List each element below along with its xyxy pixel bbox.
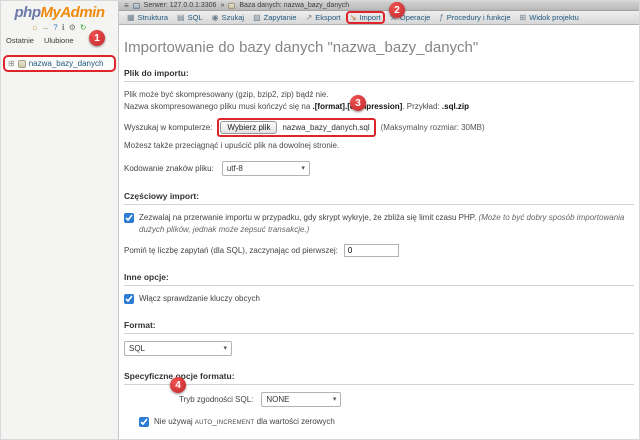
- step-badge-1: 1: [89, 30, 105, 46]
- tab-label: Eksport: [315, 13, 340, 22]
- tree-item-label: nazwa_bazy_danych: [29, 59, 104, 68]
- section-partial-import: Częściowy import:: [124, 191, 634, 205]
- charset-value: utf-8: [227, 164, 243, 173]
- section-format-options: Specyficzne opcje formatu:: [124, 371, 634, 385]
- section-other-options: Inne opcje:: [124, 272, 634, 286]
- max-size-label: (Maksymalny rozmiar: 30MB): [381, 123, 485, 132]
- chevron-down-icon: ▾: [333, 395, 337, 403]
- interrupt-checkbox[interactable]: [124, 213, 134, 223]
- sql-compatibility-value: NONE: [266, 395, 289, 404]
- logo-myadmin-part: MyAdmin: [41, 4, 105, 21]
- sidebar: phpMyAdmin ⌂ → ? ℹ ⚙ ↻ Ostatnie Ulubione…: [1, 1, 119, 439]
- example-extension-text: .sql.zip: [442, 102, 469, 111]
- tab-designer[interactable]: ⊞Widok projektu: [516, 11, 583, 24]
- database-icon: [18, 60, 26, 68]
- phpmyadmin-window: phpMyAdmin ⌂ → ? ℹ ⚙ ↻ Ostatnie Ulubione…: [0, 0, 640, 440]
- database-tree: ⊞ nazwa_bazy_danych: [3, 55, 116, 72]
- tab-label: Import: [359, 13, 380, 22]
- selected-file-name: nazwa_bazy_danych.sql: [282, 123, 369, 132]
- tab-export[interactable]: ↗Eksport: [302, 11, 345, 24]
- sql-compatibility-select[interactable]: NONE ▾: [261, 392, 341, 407]
- tab-structure[interactable]: ▦Struktura: [123, 11, 172, 24]
- foreign-key-label: Włącz sprawdzanie kluczy obcych: [139, 293, 260, 305]
- filename-info-line: Nazwa skompresowanego pliku musi kończyć…: [124, 101, 634, 113]
- sidebar-tab-favorites[interactable]: Ulubione: [44, 36, 74, 45]
- import-icon: ↘: [350, 13, 357, 22]
- designer-icon: ⊞: [520, 13, 527, 22]
- skip-queries-label: Pomiń tę liczbę zapytań (dla SQL), zaczy…: [124, 246, 338, 255]
- logout-icon[interactable]: →: [41, 23, 49, 32]
- breadcrumb-server[interactable]: Serwer: 127.0.0.1:3306: [144, 2, 217, 9]
- tab-label: Widok projektu: [529, 13, 579, 22]
- step-badge-3: 3: [350, 95, 366, 111]
- foreign-key-checkbox-row: Włącz sprawdzanie kluczy obcych: [124, 293, 634, 305]
- file-upload-row: Wyszukaj w komputerze: Wybierz plik nazw…: [124, 118, 634, 137]
- refresh-icon[interactable]: ↻: [80, 23, 87, 32]
- foreign-key-checkbox[interactable]: [124, 294, 134, 304]
- tab-label: Operacje: [400, 13, 430, 22]
- tab-sql[interactable]: ▤SQL: [173, 11, 207, 24]
- search-icon: ◉: [212, 13, 219, 22]
- info-icon[interactable]: ℹ: [62, 23, 65, 32]
- zero-autoincrement-row: Nie używaj auto_increment dla wartości z…: [139, 416, 634, 428]
- charset-select[interactable]: utf-8 ▾: [222, 161, 310, 176]
- sidebar-toggle-icon[interactable]: ≡: [124, 1, 129, 10]
- skip-queries-input[interactable]: [344, 244, 399, 257]
- settings-icon[interactable]: ⚙: [69, 23, 76, 32]
- auto-increment-code: auto_increment: [195, 417, 254, 426]
- tree-item-database[interactable]: ⊞ nazwa_bazy_danych: [3, 55, 116, 72]
- tab-label: Struktura: [138, 13, 168, 22]
- tab-import[interactable]: ↘Import: [346, 11, 385, 24]
- logo-php-part: php: [15, 4, 41, 21]
- expand-icon[interactable]: ⊞: [8, 59, 15, 68]
- section-file-to-import: Plik do importu:: [124, 68, 634, 82]
- sql-compatibility-row: Tryb zgodności SQL: NONE ▾: [179, 392, 634, 407]
- tab-label: SQL: [188, 13, 203, 22]
- server-icon: [133, 3, 140, 9]
- step-badge-4: 4: [170, 377, 186, 393]
- format-value: SQL: [129, 344, 145, 353]
- section-format: Format:: [124, 320, 634, 334]
- tab-label: Szukaj: [222, 13, 245, 22]
- choose-file-button[interactable]: Wybierz plik: [220, 121, 277, 134]
- sql-compatibility-label: Tryb zgodności SQL:: [179, 395, 253, 404]
- step-badge-2: 2: [389, 2, 405, 18]
- database-icon: [228, 3, 235, 9]
- structure-icon: ▦: [127, 13, 135, 22]
- phpmyadmin-logo[interactable]: phpMyAdmin: [1, 1, 118, 21]
- tab-label: Procedury i funkcje: [447, 13, 511, 22]
- import-page: Importowanie do bazy danych "nazwa_bazy_…: [119, 25, 639, 440]
- interrupt-label: Zezwalaj na przerwanie importu w przypad…: [139, 212, 634, 236]
- tab-search[interactable]: ◉Szukaj: [208, 11, 249, 24]
- routines-icon: ƒ: [439, 13, 443, 22]
- charset-row: Kodowanie znaków pliku: utf-8 ▾: [124, 161, 634, 176]
- main-area: ≡ Serwer: 127.0.0.1:3306 » Baza danych: …: [119, 1, 639, 439]
- dragdrop-hint: Możesz także przeciągnąć i upuścić plik …: [124, 140, 634, 152]
- interrupt-checkbox-row: Zezwalaj na przerwanie importu w przypad…: [124, 212, 634, 236]
- export-icon: ↗: [306, 13, 313, 22]
- query-icon: ▧: [253, 13, 261, 22]
- tab-routines[interactable]: ƒ Procedury i funkcje: [435, 11, 514, 24]
- tab-label: Zapytanie: [264, 13, 297, 22]
- chevron-down-icon: ▾: [301, 164, 305, 172]
- zero-autoincrement-checkbox[interactable]: [139, 417, 149, 427]
- breadcrumb-separator: »: [220, 2, 224, 9]
- sql-icon: ▤: [177, 13, 185, 22]
- home-icon[interactable]: ⌂: [32, 23, 37, 32]
- help-icon[interactable]: ?: [53, 23, 57, 32]
- breadcrumb-database[interactable]: Baza danych: nazwa_bazy_danych: [239, 2, 349, 9]
- tab-bar: ▦Struktura ▤SQL ◉Szukaj ▧Zapytanie ↗Eksp…: [119, 11, 639, 25]
- browse-label: Wyszukaj w komputerze:: [124, 123, 212, 132]
- tab-query[interactable]: ▧Zapytanie: [249, 11, 301, 24]
- charset-label: Kodowanie znaków pliku:: [124, 164, 214, 173]
- zero-autoincrement-label: Nie używaj auto_increment dla wartości z…: [154, 416, 335, 428]
- file-input-highlight: Wybierz plik nazwa_bazy_danych.sql: [217, 118, 375, 137]
- sidebar-tab-recent[interactable]: Ostatnie: [6, 36, 34, 45]
- compression-info-line: Plik może być skompresowany (gzip, bzip2…: [124, 89, 634, 101]
- chevron-down-icon: ▾: [223, 344, 227, 352]
- breadcrumb: ≡ Serwer: 127.0.0.1:3306 » Baza danych: …: [119, 1, 639, 11]
- skip-queries-row: Pomiń tę liczbę zapytań (dla SQL), zaczy…: [124, 244, 634, 257]
- format-select[interactable]: SQL ▾: [124, 341, 232, 356]
- page-title: Importowanie do bazy danych "nazwa_bazy_…: [124, 39, 634, 56]
